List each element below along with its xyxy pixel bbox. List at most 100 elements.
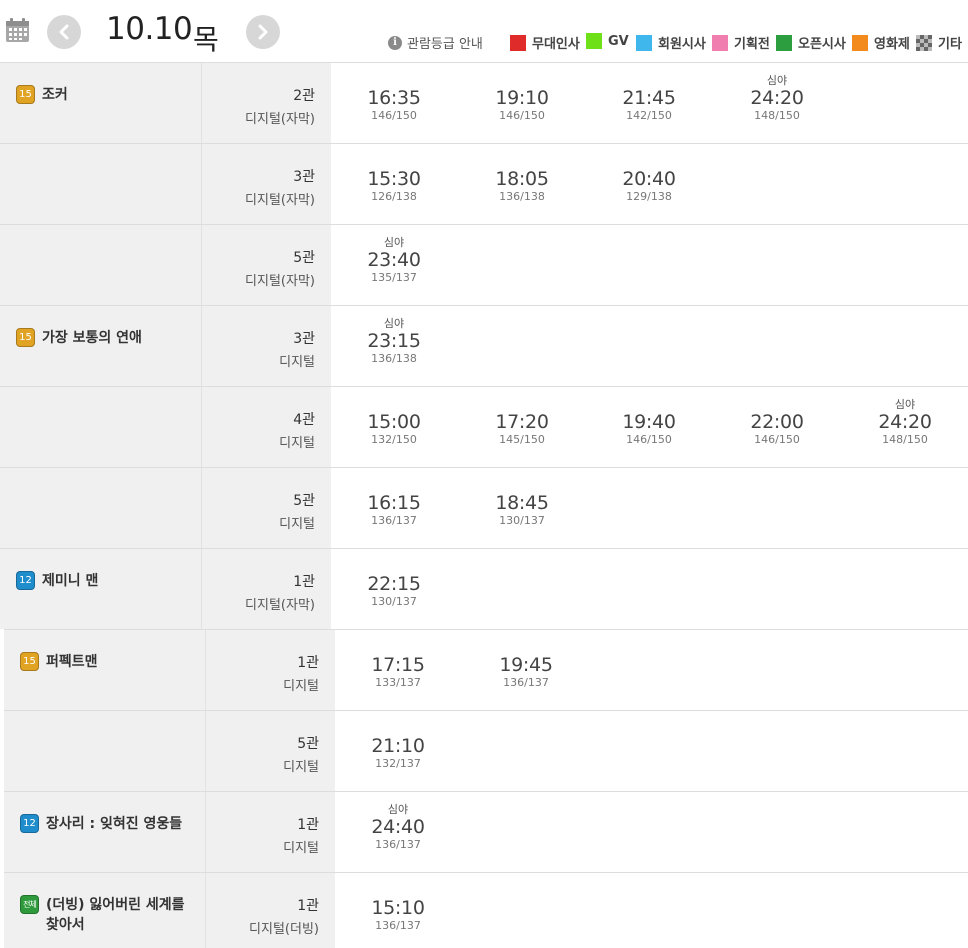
remaining-seats: 136/137 <box>371 514 417 527</box>
showtime-button[interactable]: 심야 23:15 136/138 <box>354 317 434 365</box>
schedule-row: 15 조커 2관 디지털(자막) 16:35 146/150 19:10 146/150 21:… <box>0 62 968 143</box>
showtime-button[interactable]: 22:15 130/137 <box>354 560 434 608</box>
movie-cell <box>0 144 201 224</box>
movie-title-link[interactable]: 퍼펙트맨 <box>46 652 201 672</box>
remaining-seats: 142/150 <box>626 109 672 122</box>
remaining-seats: 130/137 <box>499 514 545 527</box>
showtime-button[interactable]: 17:20 145/150 <box>482 398 562 446</box>
schedule-row: 15 퍼펙트맨 1관 디지털 17:15 133/137 19:45 136/137 <box>4 629 968 710</box>
showtime-button[interactable]: 21:45 142/150 <box>609 74 689 122</box>
showtime-button[interactable]: 15:10 136/137 <box>358 884 438 932</box>
age-rating-badge: 12 <box>16 571 35 590</box>
hall-name: 1관 <box>297 817 319 833</box>
showtime-button[interactable]: 19:40 146/150 <box>609 398 689 446</box>
showtime-button[interactable]: 17:15 133/137 <box>358 641 438 689</box>
late-night-label: 심야 <box>766 74 788 87</box>
showtime-time: 16:35 <box>367 87 421 109</box>
legend-item: 오픈시사 <box>776 33 846 52</box>
legend-label: GV <box>608 33 629 49</box>
prev-day-button[interactable] <box>47 15 81 49</box>
hall-name: 1관 <box>297 898 319 914</box>
showtime-button[interactable]: 15:00 132/150 <box>354 398 434 446</box>
showtimes-cell: 16:35 146/150 19:10 146/150 21:45 142/150 심야 24… <box>331 63 968 143</box>
remaining-seats: 130/137 <box>371 595 417 608</box>
chevron-left-icon <box>59 24 69 40</box>
showtime-time: 21:10 <box>371 735 425 757</box>
showtime-time: 15:00 <box>367 411 421 433</box>
showtimes-cell: 16:15 136/137 18:45 130/137 <box>331 468 968 548</box>
movie-cell <box>0 225 201 305</box>
late-night-label: 심야 <box>894 398 916 411</box>
selected-date: 10.10 <box>106 11 193 47</box>
hall-cell: 1관 디지털(자막) <box>201 549 331 629</box>
showtime-button[interactable]: 심야 24:20 148/150 <box>737 74 817 122</box>
rating-guide-label: 관람등급 안내 <box>407 37 483 52</box>
hall-cell: 2관 디지털(자막) <box>201 63 331 143</box>
hall-name: 1관 <box>293 574 315 590</box>
showtime-button[interactable]: 18:45 130/137 <box>482 479 562 527</box>
remaining-seats: 136/138 <box>371 352 417 365</box>
movie-cell: 15 퍼펙트맨 <box>4 630 205 710</box>
showtimes-cell: 17:15 133/137 19:45 136/137 <box>335 630 968 710</box>
late-night-label: 심야 <box>387 803 409 816</box>
remaining-seats: 146/150 <box>499 109 545 122</box>
movie-title-link[interactable]: 장사리 : 잊혀진 영웅들 <box>46 814 201 834</box>
late-night-label <box>609 398 689 411</box>
late-night-label <box>482 155 562 168</box>
showtime-button[interactable]: 22:00 146/150 <box>737 398 817 446</box>
showtime-time: 23:40 <box>367 249 421 271</box>
hall-cell: 3관 디지털 <box>201 306 331 386</box>
info-icon: i <box>388 35 402 50</box>
calendar-icon[interactable] <box>5 17 30 43</box>
schedule-row: 12 제미니 맨 1관 디지털(자막) 22:15 130/137 <box>0 548 968 629</box>
hall-name: 3관 <box>293 169 315 185</box>
showtime-time: 17:20 <box>495 411 549 433</box>
movie-title-link[interactable]: (더빙) 잃어버린 세계를 찾아서 <box>46 895 201 935</box>
showtimes-cell: 15:10 136/137 <box>335 873 968 948</box>
next-day-button[interactable] <box>246 15 280 49</box>
movie-title-link[interactable]: 조커 <box>42 85 197 105</box>
schedule-row: 4관 디지털 15:00 132/150 17:20 145/150 19:40 146/15… <box>0 386 968 467</box>
movie-cell: 15 가장 보통의 연애 <box>0 306 201 386</box>
remaining-seats: 136/137 <box>375 838 421 851</box>
showtime-button[interactable]: 18:05 136/138 <box>482 155 562 203</box>
late-night-label <box>354 155 434 168</box>
remaining-seats: 148/150 <box>754 109 800 122</box>
legend-swatch <box>636 34 652 51</box>
showtime-button[interactable]: 20:40 129/138 <box>609 155 689 203</box>
schedule-row: 15 가장 보통의 연애 3관 디지털 심야 23:15 136/138 <box>0 305 968 386</box>
showtime-button[interactable]: 16:35 146/150 <box>354 74 434 122</box>
showtime-time: 21:45 <box>622 87 676 109</box>
remaining-seats: 146/150 <box>754 433 800 446</box>
late-night-label <box>486 641 566 654</box>
hall-cell: 1관 디지털 <box>205 792 335 872</box>
showtime-button[interactable]: 19:10 146/150 <box>482 74 562 122</box>
legend-label: 기획전 <box>734 37 770 52</box>
schedule-row: 5관 디지털 16:15 136/137 18:45 130/137 <box>0 467 968 548</box>
showtimes-cell: 15:30 126/138 18:05 136/138 20:40 129/138 <box>331 144 968 224</box>
showtime-time: 23:15 <box>367 330 421 352</box>
showtime-button[interactable]: 심야 23:40 135/137 <box>354 236 434 284</box>
showtime-button[interactable]: 15:30 126/138 <box>354 155 434 203</box>
legend-swatch <box>586 33 602 49</box>
showtime-button[interactable]: 16:15 136/137 <box>354 479 434 527</box>
rating-guide-link[interactable]: i 관람등급 안내 <box>388 33 483 52</box>
movie-title-link[interactable]: 제미니 맨 <box>42 571 197 591</box>
remaining-seats: 135/137 <box>371 271 417 284</box>
movie-title-link[interactable]: 가장 보통의 연애 <box>42 328 197 348</box>
remaining-seats: 132/150 <box>371 433 417 446</box>
showtime-button[interactable]: 21:10 132/137 <box>358 722 438 770</box>
movie-cell: 12 제미니 맨 <box>0 549 201 629</box>
late-night-label: 심야 <box>383 236 405 249</box>
showtime-button[interactable]: 19:45 136/137 <box>486 641 566 689</box>
age-rating-badge: 12 <box>20 814 39 833</box>
showtime-button[interactable]: 심야 24:20 148/150 <box>865 398 945 446</box>
showtime-button[interactable]: 심야 24:40 136/137 <box>358 803 438 851</box>
screening-format: 디지털 <box>279 517 315 532</box>
showtimes-cell: 15:00 132/150 17:20 145/150 19:40 146/150 22:0… <box>331 387 968 467</box>
age-rating-badge: 전체 <box>20 895 39 914</box>
late-night-label <box>354 560 434 573</box>
hall-cell: 5관 디지털(자막) <box>201 225 331 305</box>
movie-cell <box>0 387 201 467</box>
late-night-label <box>354 74 434 87</box>
